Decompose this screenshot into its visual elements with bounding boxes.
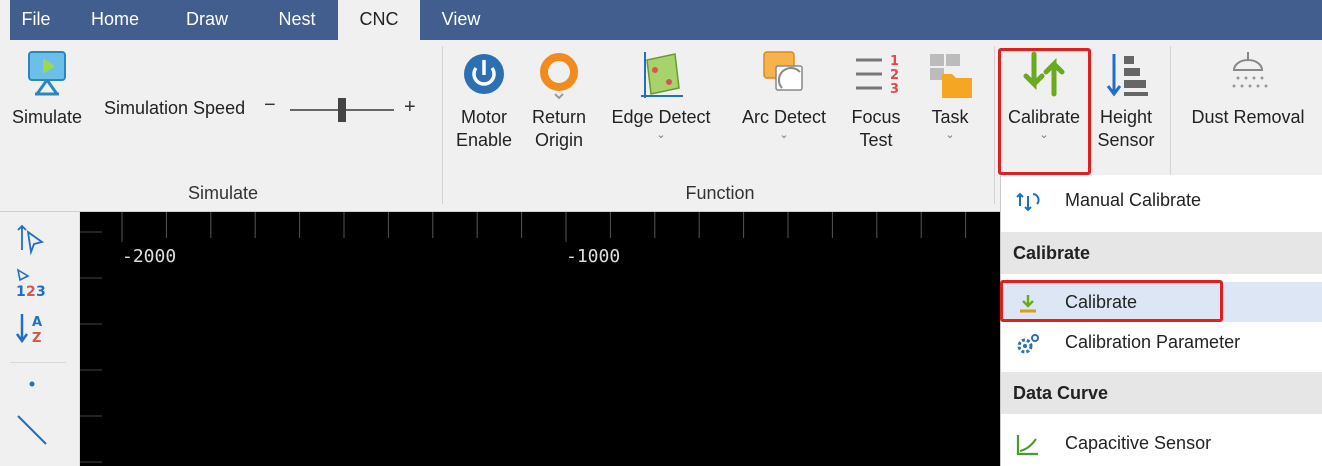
ruler-label: -2000 [122,246,177,267]
edge-detect-label: Edge Detect [611,107,711,127]
tab-nest[interactable]: Nest [262,0,332,40]
simulate-label: Simulate [11,107,83,127]
sequence-number-icon[interactable]: 1 2 3 [14,266,50,302]
tab-home[interactable]: Home [80,0,150,40]
draw-point-icon[interactable] [14,370,50,406]
simulation-speed-slider[interactable] [290,98,394,122]
calibrate-item-highlight-box [1000,280,1223,322]
curve-chart-icon [1015,431,1041,456]
task-folder-icon [926,48,974,104]
ruler-label: -1000 [566,246,621,267]
speed-increase-button[interactable]: + [404,96,416,119]
chevron-down-icon: ⌄ [945,129,955,141]
arc-detect-label: Arc Detect [741,107,827,127]
task-button[interactable]: Task ⌄ [914,48,986,141]
select-pointer-icon[interactable] [14,220,50,256]
origin-ring-icon [535,48,583,104]
simulation-speed-label: Simulation Speed [104,98,246,118]
return-origin-label: Return Origin [531,107,587,150]
group-label-function: Function [685,183,755,203]
manual-calibrate-icon [1015,188,1041,212]
group-label-simulate: Simulate [187,183,259,203]
return-origin-button[interactable]: Return Origin [524,48,594,152]
focus-test-button[interactable]: 1 2 3 Focus Test [844,48,908,152]
tab-file[interactable]: File [10,0,62,40]
chevron-down-icon: ⌄ [656,129,666,141]
simulate-button[interactable]: Simulate [8,48,86,129]
calibrate-highlight-box [998,48,1091,175]
sort-az-icon[interactable]: A Z [14,310,50,346]
svg-text:3: 3 [890,82,899,97]
speed-decrease-button[interactable]: − [264,94,276,117]
capacitive-sensor-label: Capacitive Sensor [1065,433,1212,453]
svg-text:3: 3 [36,284,46,300]
ruler-ticks [80,212,967,463]
section-header-calibrate: Calibrate [1001,232,1322,274]
svg-text:A: A [32,315,42,330]
focus-test-label: Focus Test [851,107,901,150]
height-sensor-button[interactable]: Height Sensor [1092,48,1160,152]
power-icon [460,48,508,104]
toolbar-divider [10,362,66,363]
drawing-canvas[interactable]: -2000 -1000 [80,212,1000,466]
svg-text:1: 1 [890,54,899,69]
menu-item-calibration-parameter[interactable]: Calibration Parameter [1001,322,1322,362]
left-toolbar: 1 2 3 A Z [0,212,80,466]
slider-thumb[interactable] [338,98,346,122]
motor-enable-button[interactable]: Motor Enable [452,48,516,152]
dust-removal-button[interactable]: Dust Removal [1180,48,1316,129]
arc-detect-button[interactable]: Arc Detect ⌄ [730,48,838,141]
group-separator [994,46,995,204]
calibration-parameter-label: Calibration Parameter [1065,332,1241,352]
group-separator [442,46,443,204]
draw-line-icon[interactable] [14,412,50,448]
svg-text:2: 2 [890,68,899,83]
task-label: Task [931,107,969,127]
dust-shower-icon [1224,48,1272,104]
height-sensor-label: Height Sensor [1097,107,1155,150]
menu-item-manual-calibrate[interactable]: Manual Calibrate [1001,180,1322,220]
tab-view[interactable]: View [428,0,494,40]
edge-detect-icon [637,48,685,104]
simulate-icon [23,48,71,104]
motor-enable-label: Motor Enable [455,107,513,150]
section-header-data-curve: Data Curve [1001,372,1322,414]
menu-bar: File Home Draw Nest CNC View [0,0,1322,40]
tab-draw[interactable]: Draw [172,0,242,40]
arc-detect-icon [760,48,808,104]
menu-item-capacitive-sensor[interactable]: Capacitive Sensor [1001,423,1322,463]
dust-removal-label: Dust Removal [1191,107,1305,127]
gear-icon [1015,330,1041,354]
edge-detect-button[interactable]: Edge Detect ⌄ [600,48,722,141]
tab-cnc[interactable]: CNC [338,0,420,40]
manual-calibrate-label: Manual Calibrate [1065,190,1202,210]
height-sensor-icon [1102,48,1150,104]
svg-text:1: 1 [16,284,26,300]
svg-text:Z: Z [32,331,41,346]
chevron-down-icon: ⌄ [779,129,789,141]
focus-test-icon: 1 2 3 [852,48,900,104]
svg-text:2: 2 [26,284,36,300]
